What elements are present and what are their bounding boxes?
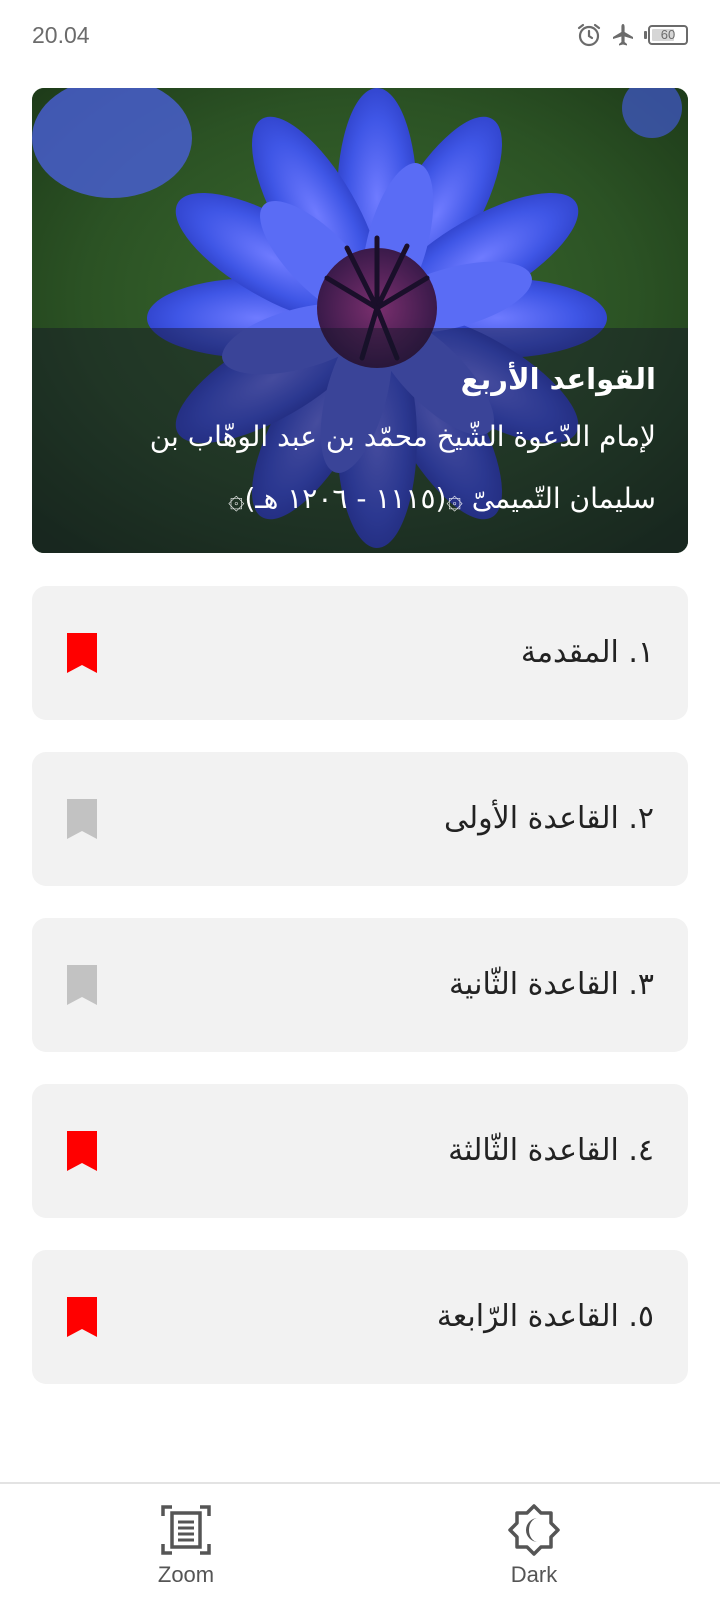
status-bar: 20.04 60 bbox=[0, 0, 720, 74]
status-icons: 60 bbox=[576, 22, 688, 48]
zoom-icon bbox=[161, 1505, 211, 1555]
bookmark-icon[interactable] bbox=[66, 798, 98, 840]
chapter-label: ٤. القاعدة الثّالثة bbox=[448, 1133, 654, 1168]
battery-percentage: 60 bbox=[660, 27, 676, 42]
chapter-item[interactable]: ٤. القاعدة الثّالثة bbox=[32, 1084, 688, 1218]
book-author-line-1: لإمام الدّعوة الشّيخ محمّد بن عبد الوهّا… bbox=[149, 420, 656, 453]
hero-text-overlay: القواعد الأربع لإمام الدّعوة الشّيخ محمّ… bbox=[32, 328, 688, 553]
alarm-icon bbox=[577, 23, 601, 47]
chapter-item[interactable]: ١. المقدمة bbox=[32, 586, 688, 720]
chapter-label: ١. المقدمة bbox=[520, 635, 654, 670]
zoom-label: Zoom bbox=[157, 1562, 215, 1587]
chapter-label: ٢. القاعدة الأولى bbox=[444, 801, 654, 836]
chapter-item[interactable]: ٢. القاعدة الأولى bbox=[32, 752, 688, 886]
bookmark-icon[interactable] bbox=[66, 1130, 98, 1172]
zoom-button[interactable]: Zoom bbox=[116, 1504, 256, 1588]
book-author: لإمام الدّعوة الشّيخ محمّد بن عبد الوهّا… bbox=[64, 406, 656, 530]
bookmark-icon[interactable] bbox=[66, 1296, 98, 1338]
airplane-icon bbox=[613, 24, 633, 46]
dark-label: Dark bbox=[510, 1562, 558, 1587]
hero-card: القواعد الأربع لإمام الدّعوة الشّيخ محمّ… bbox=[32, 88, 688, 553]
bottom-nav: Zoom Dark bbox=[0, 1484, 720, 1611]
chapter-item[interactable]: ٣. القاعدة الثّانية bbox=[32, 918, 688, 1052]
bookmark-icon[interactable] bbox=[66, 632, 98, 674]
battery-icon: 60 bbox=[644, 25, 688, 45]
chapter-label: ٣. القاعدة الثّانية bbox=[448, 967, 654, 1002]
book-title: القواعد الأربع bbox=[460, 362, 656, 396]
dark-mode-icon bbox=[508, 1504, 560, 1556]
bookmark-icon[interactable] bbox=[66, 964, 98, 1006]
chapter-label: ٥. القاعدة الرّابعة bbox=[436, 1299, 654, 1334]
chapter-list: ١. المقدمة ٢. القاعدة الأولى ٣. القاعدة … bbox=[32, 586, 688, 1416]
status-time: 20.04 bbox=[32, 22, 90, 48]
chapter-item[interactable]: ٥. القاعدة الرّابعة bbox=[32, 1250, 688, 1384]
book-author-line-2: سليمان التّميمىّ ۞(١١١٥ - ١٢٠٦ هـ)۞ bbox=[228, 482, 656, 515]
dark-mode-button[interactable]: Dark bbox=[464, 1504, 604, 1588]
